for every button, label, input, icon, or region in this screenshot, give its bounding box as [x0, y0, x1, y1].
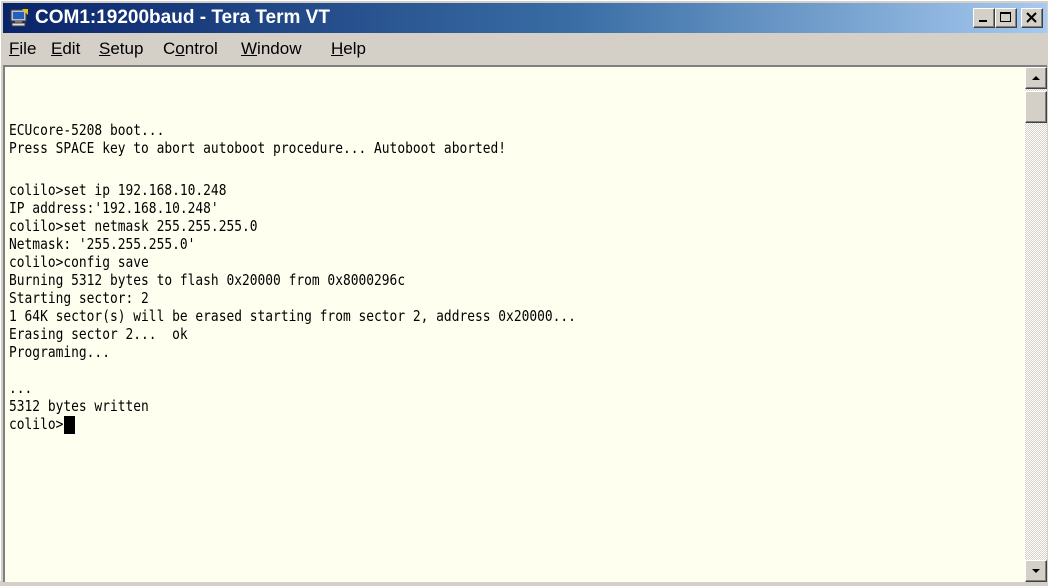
maximize-button[interactable]: [995, 8, 1017, 28]
menu-bar: File Edit Setup Control Window Help: [3, 35, 1047, 63]
menu-file[interactable]: File: [9, 39, 36, 59]
menu-file-accel: F: [9, 39, 20, 58]
maximize-icon: [1000, 12, 1011, 22]
menu-edit-label: dit: [62, 39, 81, 58]
text-cursor: [64, 416, 75, 434]
terminal-line: Starting sector: 2: [9, 289, 149, 307]
window-title: COM1:19200baud - Tera Term VT: [35, 7, 330, 28]
terminal-prompt: colilo>: [9, 415, 64, 433]
menu-control[interactable]: Control: [163, 39, 218, 59]
menu-setup[interactable]: Setup: [99, 39, 143, 59]
menu-setup-accel: S: [99, 39, 111, 58]
tera-term-window: COM1:19200baud - Tera Term VT File Edit …: [0, 0, 1048, 582]
vertical-scrollbar[interactable]: [1025, 67, 1047, 582]
scroll-up-button[interactable]: [1025, 67, 1047, 89]
menu-window[interactable]: Window: [241, 39, 301, 59]
terminal-line: 5312 bytes written: [9, 397, 149, 415]
menu-file-label: ile: [19, 39, 37, 58]
terminal-line: Erasing sector 2... ok: [9, 325, 188, 343]
menu-help-label: elp: [343, 39, 366, 58]
terminal-line: colilo>config save: [9, 253, 149, 271]
terminal-line: colilo>set netmask 255.255.255.0: [9, 217, 258, 235]
menu-edit[interactable]: Edit: [51, 39, 80, 59]
scrollbar-thumb[interactable]: [1025, 91, 1047, 123]
menu-window-label: indow: [257, 39, 302, 58]
menu-edit-accel: E: [51, 39, 63, 58]
arrow-up-icon: [1032, 76, 1040, 80]
terminal-output[interactable]: ECUcore-5208 boot... Press SPACE key to …: [5, 67, 1025, 582]
close-button[interactable]: [1021, 8, 1043, 28]
terminal-line: Press SPACE key to abort autoboot proced…: [9, 139, 507, 157]
menu-help[interactable]: Help: [331, 39, 366, 59]
minimize-button[interactable]: [973, 8, 995, 28]
menu-control-pre: C: [163, 39, 176, 58]
menu-control-label: ntrol: [184, 39, 218, 58]
minimize-icon: [979, 20, 987, 22]
menu-window-accel: W: [241, 39, 258, 58]
title-bar[interactable]: COM1:19200baud - Tera Term VT: [3, 3, 1047, 33]
terminal-line: colilo>set ip 192.168.10.248: [9, 181, 227, 199]
menu-control-accel: o: [175, 39, 185, 58]
terminal-line: Programing...: [9, 343, 110, 361]
terminal-frame: ECUcore-5208 boot... Press SPACE key to …: [3, 65, 1047, 582]
menu-help-accel: H: [331, 39, 344, 58]
arrow-down-icon: [1032, 569, 1040, 573]
terminal-line: IP address:'192.168.10.248': [9, 199, 219, 217]
terminal-line: ...: [9, 379, 33, 397]
terminal-line: Burning 5312 bytes to flash 0x20000 from…: [9, 271, 406, 289]
tera-term-app-icon[interactable]: [9, 8, 29, 28]
menu-setup-label: etup: [110, 39, 144, 58]
terminal-line: Netmask: '255.255.255.0': [9, 235, 196, 253]
terminal-line: ECUcore-5208 boot...: [9, 121, 165, 139]
scroll-down-button[interactable]: [1025, 560, 1047, 582]
terminal-line: 1 64K sector(s) will be erased starting …: [9, 307, 576, 325]
close-icon: [1026, 12, 1037, 23]
